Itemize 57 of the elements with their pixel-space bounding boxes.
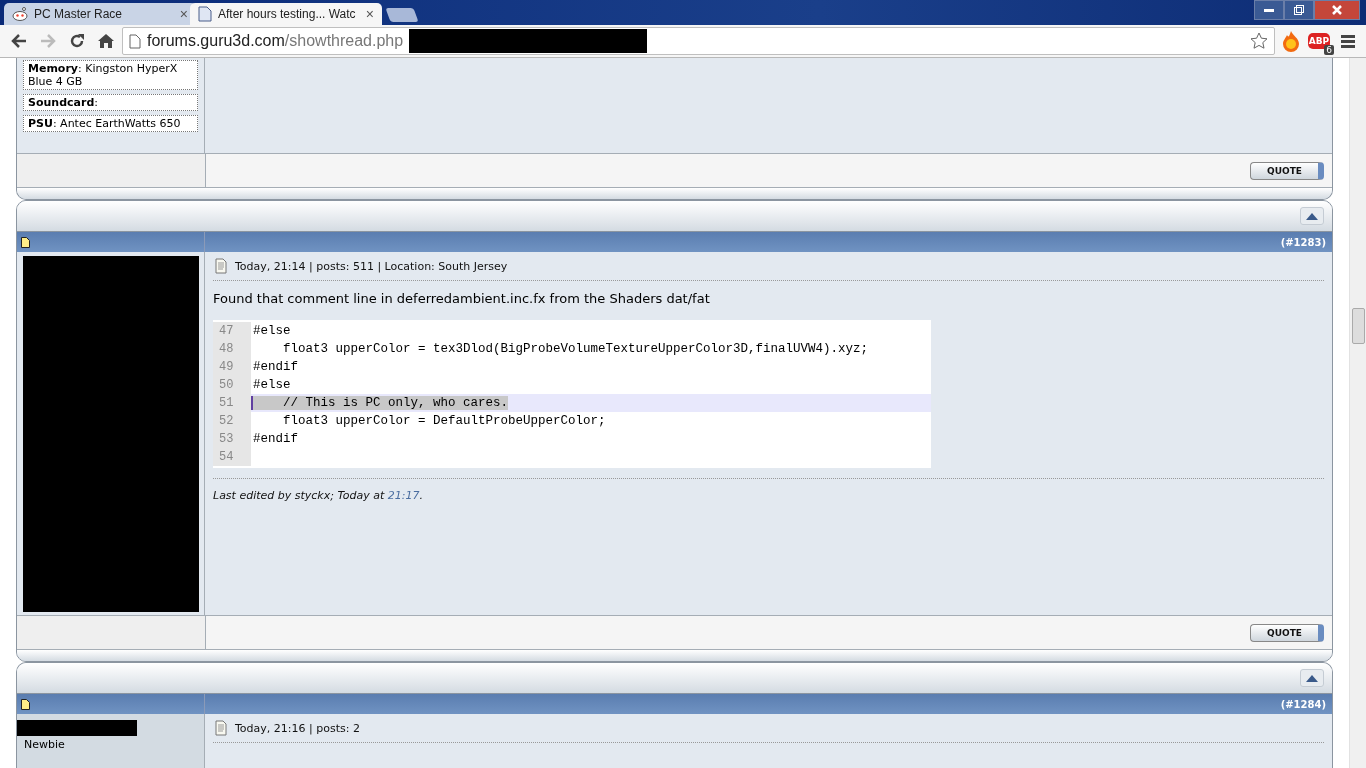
minimize-icon — [1264, 8, 1274, 12]
post-number[interactable]: (#1283) — [1280, 236, 1326, 248]
line-number: 50 — [213, 376, 251, 394]
edit-note: Last edited by styckx; Today at 21:17. — [213, 478, 1324, 502]
close-icon — [1332, 5, 1342, 15]
line-number: 48 — [213, 340, 251, 358]
back-arrow-icon — [10, 34, 27, 48]
code-line: #else — [252, 324, 291, 338]
code-line: #endif — [252, 432, 298, 446]
spec-item: Memory: Kingston HyperX Blue 4 GB — [23, 60, 198, 90]
star-icon[interactable] — [1250, 32, 1268, 50]
close-button[interactable] — [1314, 0, 1360, 20]
line-number: 54 — [213, 448, 251, 466]
line-number: 47 — [213, 322, 251, 340]
code-line: #endif — [252, 360, 298, 374]
document-icon — [213, 720, 229, 736]
page-icon — [21, 698, 30, 710]
line-number: 49 — [213, 358, 251, 376]
close-icon[interactable]: × — [179, 6, 188, 22]
spec-item: Soundcard: — [23, 94, 198, 111]
code-line: float3 upperColor = DefaultProbeUpperColor; — [282, 414, 606, 428]
close-icon[interactable]: × — [365, 6, 374, 22]
line-number: 51 — [213, 394, 251, 412]
time-link[interactable]: 21:17 — [387, 489, 420, 502]
forward-arrow-icon — [39, 34, 56, 48]
line-number: 53 — [213, 430, 251, 448]
scrollbar[interactable] — [1349, 58, 1366, 768]
quote-button[interactable]: QUOTE — [1250, 623, 1324, 642]
post-text: Found that comment line in deferredambient.inc.fx from the Shaders dat/fat — [213, 291, 711, 306]
post-number[interactable]: (#1284) — [1280, 698, 1326, 710]
new-tab-button[interactable] — [385, 8, 419, 22]
document-icon — [198, 6, 212, 22]
document-icon — [213, 258, 229, 274]
restore-icon — [1294, 5, 1304, 15]
code-line: float3 upperColor = tex3Dlod(BigProbeVolumeTextureUpperColor3D,finalUVW4).xyz; — [282, 342, 869, 356]
restore-button[interactable] — [1284, 0, 1314, 20]
post-meta: Today, 21:16 | posts: 2 — [235, 721, 360, 735]
code-line: #else — [252, 378, 291, 392]
browser-tab[interactable]: After hours testing... Watc × — [190, 3, 382, 25]
post-meta: Today, 21:14 | posts: 511 | Location: South Jersey — [235, 259, 508, 273]
page-icon — [129, 33, 141, 49]
user-rank: Newbie — [23, 738, 66, 751]
reload-icon — [68, 33, 85, 49]
line-number: 52 — [213, 412, 251, 430]
quote-button[interactable]: QUOTE — [1250, 161, 1324, 180]
alien-icon — [12, 7, 28, 21]
scroll-thumb[interactable] — [1352, 308, 1365, 344]
address-bar[interactable]: forums.guru3d.com/showthread.php — [122, 27, 1275, 55]
collapse-button[interactable] — [1300, 207, 1324, 225]
up-triangle-icon — [1306, 674, 1318, 682]
up-triangle-icon — [1306, 212, 1318, 220]
minimize-button[interactable] — [1254, 0, 1284, 20]
spec-item: PSU: Antec EarthWatts 650 — [23, 115, 198, 132]
page-icon — [21, 236, 30, 248]
count-badge: 6 — [1324, 45, 1334, 55]
home-icon — [97, 33, 114, 49]
collapse-button[interactable] — [1300, 669, 1324, 687]
